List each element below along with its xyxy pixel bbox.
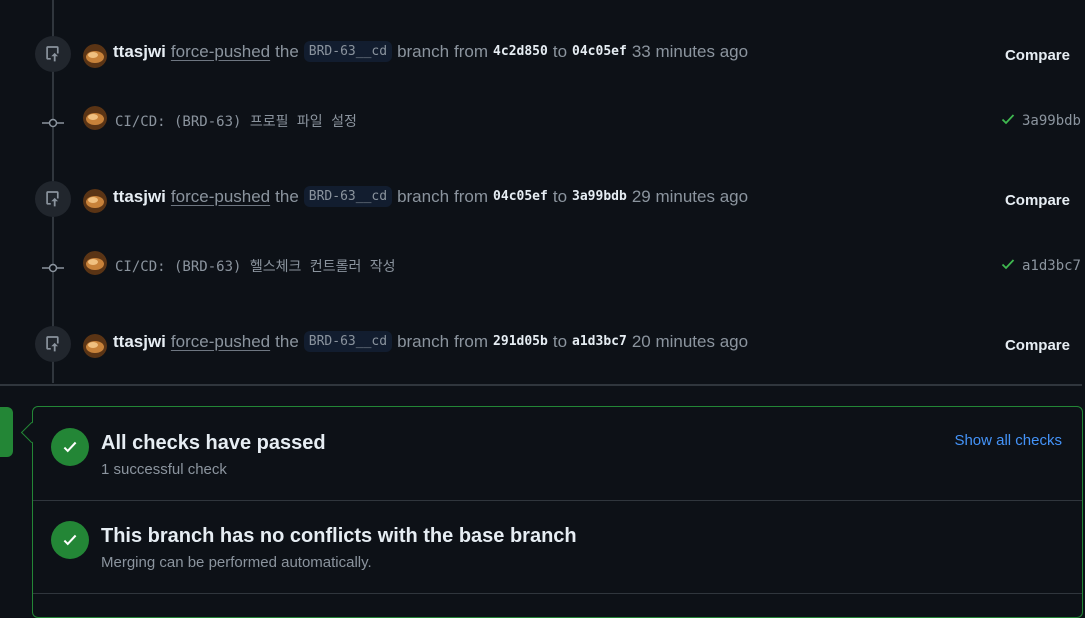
event-text: branch (397, 331, 450, 351)
user-link[interactable]: ttasjwi (113, 332, 166, 352)
merge-status-indicator (0, 407, 13, 457)
repo-push-icon (35, 181, 71, 217)
to-commit-sha[interactable]: a1d3bc7 (572, 334, 627, 349)
from-commit-sha[interactable]: 291d05b (493, 334, 548, 349)
to-commit-sha[interactable]: 04c05ef (572, 44, 627, 59)
checks-section: All checks have passed 1 successful chec… (33, 407, 1082, 500)
check-circle-icon (51, 428, 89, 466)
checks-title: All checks have passed (101, 432, 326, 454)
event-text: the (275, 186, 299, 206)
event-text: from (454, 186, 489, 206)
force-push-event: ttasjwi force-pushed the BRD-63__cd bran… (0, 181, 1085, 222)
branch-name[interactable]: BRD-63__cd (303, 331, 393, 352)
avatar[interactable] (83, 44, 107, 68)
from-commit-sha[interactable]: 04c05ef (493, 189, 548, 204)
repo-push-icon (35, 326, 71, 362)
force-push-event: ttasjwi force-pushed the BRD-63__cd bran… (0, 36, 1085, 77)
section-divider (33, 593, 1082, 594)
force-push-event: ttasjwi force-pushed the BRD-63__cd bran… (0, 326, 1085, 367)
commit-node-icon (42, 115, 64, 128)
event-text: to (552, 331, 568, 351)
check-icon[interactable] (1000, 111, 1016, 131)
event-text: to (552, 186, 568, 206)
commit-message[interactable]: CI/CD: (BRD-63) 프로필 파일 설정 (115, 111, 357, 131)
user-link[interactable]: ttasjwi (113, 42, 166, 62)
commit-row: CI/CD: (BRD-63) 헬스체크 컨트롤러 작성 a1d3bc7 (0, 250, 1085, 280)
compare-button[interactable]: Compare (1005, 47, 1070, 64)
commit-row: CI/CD: (BRD-63) 프로필 파일 설정 3a99bdb (0, 105, 1085, 135)
from-commit-sha[interactable]: 4c2d850 (493, 44, 548, 59)
merge-box: All checks have passed 1 successful chec… (32, 406, 1083, 618)
event-action[interactable]: force-pushed (171, 332, 270, 352)
checks-subtitle: 1 successful check (101, 461, 227, 478)
commit-sha[interactable]: 3a99bdb (1022, 113, 1081, 129)
commit-sha[interactable]: a1d3bc7 (1022, 258, 1081, 274)
event-time[interactable]: 20 minutes ago (632, 332, 748, 352)
check-circle-icon (51, 521, 89, 559)
compare-button[interactable]: Compare (1005, 337, 1070, 354)
event-text: the (275, 41, 299, 61)
commit-node-icon (42, 260, 64, 273)
branch-name[interactable]: BRD-63__cd (303, 186, 393, 207)
conflicts-subtitle: Merging can be performed automatically. (101, 554, 372, 571)
event-text: the (275, 331, 299, 351)
event-time[interactable]: 33 minutes ago (632, 42, 748, 62)
compare-button[interactable]: Compare (1005, 192, 1070, 209)
event-text: branch (397, 186, 450, 206)
avatar[interactable] (83, 106, 107, 130)
event-text: from (454, 41, 489, 61)
repo-push-icon (35, 36, 71, 72)
avatar[interactable] (83, 251, 107, 275)
conflicts-section: This branch has no conflicts with the ba… (33, 501, 1082, 593)
to-commit-sha[interactable]: 3a99bdb (572, 189, 627, 204)
show-all-checks-link[interactable]: Show all checks (954, 432, 1062, 449)
event-action[interactable]: force-pushed (171, 187, 270, 207)
event-action[interactable]: force-pushed (171, 42, 270, 62)
commit-message[interactable]: CI/CD: (BRD-63) 헬스체크 컨트롤러 작성 (115, 256, 396, 276)
user-link[interactable]: ttasjwi (113, 187, 166, 207)
event-text: to (552, 41, 568, 61)
branch-name[interactable]: BRD-63__cd (303, 41, 393, 62)
event-text: from (454, 331, 489, 351)
timeline-divider (0, 384, 1082, 386)
event-time[interactable]: 29 minutes ago (632, 187, 748, 207)
avatar[interactable] (83, 189, 107, 213)
avatar[interactable] (83, 334, 107, 358)
conflicts-title: This branch has no conflicts with the ba… (101, 525, 577, 547)
check-icon[interactable] (1000, 256, 1016, 276)
event-text: branch (397, 41, 450, 61)
